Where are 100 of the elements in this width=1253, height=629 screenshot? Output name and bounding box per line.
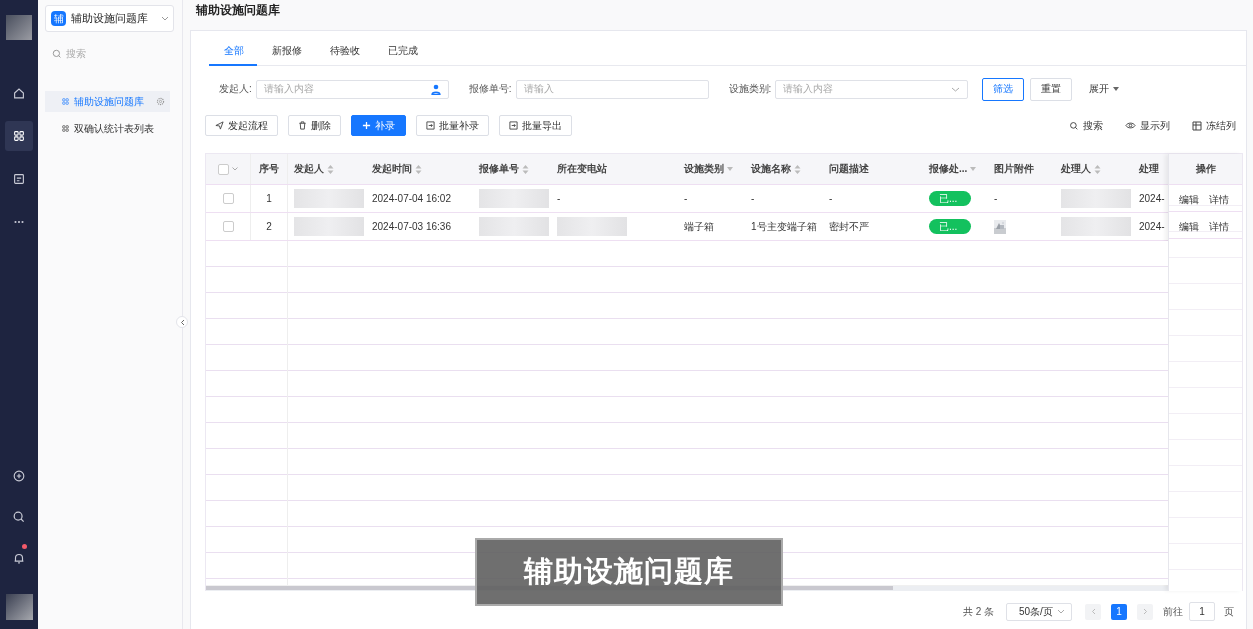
collapse-handle[interactable] <box>176 316 188 328</box>
sort-icon[interactable] <box>415 163 422 175</box>
filter-caret-icon[interactable] <box>727 167 733 171</box>
chevron-down-icon <box>1057 609 1065 614</box>
field-label: 报修单号: <box>468 82 512 96</box>
search-icon <box>1069 120 1079 131</box>
tab[interactable]: 全部 <box>209 44 257 66</box>
tab[interactable]: 新报修 <box>257 44 315 66</box>
sort-icon[interactable] <box>327 163 334 175</box>
column-header: 发起人 <box>294 162 324 176</box>
table-cell: 2024- <box>1139 221 1165 232</box>
goto-label: 前往 <box>1163 604 1183 619</box>
column-header: 处理人 <box>1061 162 1091 176</box>
action-button[interactable]: 补录 <box>351 115 406 136</box>
sidebar-item[interactable]: 辅助设施问题库 <box>45 91 170 112</box>
eye-icon <box>1125 121 1136 130</box>
column-header: 处理 <box>1139 162 1159 176</box>
import-icon <box>509 121 518 130</box>
row-action-link[interactable]: 详情 <box>1209 220 1229 234</box>
table-cell: 2 <box>266 221 272 232</box>
chevron-right-icon <box>1142 608 1148 615</box>
plus-icon <box>362 121 371 130</box>
column-header: 图片附件 <box>994 162 1034 176</box>
table-cell: 2024-07-03 16:36 <box>372 221 451 232</box>
person-icon <box>430 83 441 95</box>
avatar[interactable] <box>5 594 33 620</box>
avatar[interactable] <box>6 15 32 40</box>
table-cell: - <box>829 193 833 204</box>
toolbar-button[interactable]: 显示列 <box>1125 118 1170 133</box>
filter-caret-icon[interactable] <box>970 167 977 171</box>
table-cell: 端子箱 <box>684 219 714 234</box>
action-button[interactable]: 发起流程 <box>205 115 278 136</box>
table-icon <box>1192 120 1202 131</box>
row-action-link[interactable]: 详情 <box>1209 193 1229 207</box>
table-cell: - <box>557 193 561 204</box>
row-action-link[interactable]: 编辑 <box>1179 193 1199 207</box>
prev-page-button[interactable] <box>1085 603 1101 620</box>
import-icon <box>426 121 435 130</box>
page-button[interactable]: 1 <box>1111 603 1127 620</box>
column-header: 发起时间 <box>372 162 412 176</box>
next-page-button[interactable] <box>1137 603 1153 620</box>
column-header: 报修处... <box>929 162 968 176</box>
table-cell: 1号主变端子箱 <box>751 219 817 234</box>
grid-icon[interactable] <box>5 121 33 151</box>
tab[interactable]: 已完成 <box>373 44 431 66</box>
sort-icon[interactable] <box>794 163 801 175</box>
field-label: 发起人: <box>219 82 252 96</box>
page-suffix: 页 <box>1224 604 1234 619</box>
filter-button[interactable]: 重置 <box>1030 77 1073 101</box>
table-cell: 密封不严 <box>829 219 869 234</box>
checkbox[interactable] <box>222 193 234 204</box>
status-tag: 已... <box>929 219 972 234</box>
redacted-block <box>479 217 549 236</box>
checkbox[interactable] <box>218 163 229 175</box>
action-button[interactable]: 删除 <box>288 115 341 136</box>
tab[interactable]: 待验收 <box>315 44 373 66</box>
sidebar-item[interactable]: 双确认统计表列表 <box>45 118 170 139</box>
redacted-block <box>294 189 364 208</box>
caption-overlay: 辅助设施问题库 <box>475 538 783 606</box>
redacted-block <box>1061 189 1131 208</box>
checkbox[interactable] <box>222 221 234 232</box>
status-tag: 已... <box>929 191 972 206</box>
column-header: 所在变电站 <box>557 162 607 176</box>
send-icon <box>215 121 224 130</box>
chevron-left-icon <box>1090 608 1096 615</box>
page-title: 辅助设施问题库 <box>194 2 281 18</box>
column-header: 序号 <box>259 162 279 176</box>
toolbar-button[interactable]: 冻结列 <box>1192 118 1236 133</box>
chevron-down-icon <box>951 86 961 92</box>
column-header: 报修单号 <box>479 162 519 176</box>
redacted-block <box>1061 217 1131 236</box>
table-cell: 1 <box>266 193 272 204</box>
sort-icon[interactable] <box>522 163 529 175</box>
table-cell: - <box>751 193 755 204</box>
app-badge: 辅 <box>51 11 66 26</box>
filter-button[interactable]: 筛选 <box>982 77 1025 101</box>
column-header: 问题描述 <box>829 162 869 176</box>
chevron-down-icon <box>161 16 169 21</box>
table-cell: - <box>684 193 688 204</box>
column-header: 操作 <box>1195 162 1216 176</box>
row-action-link[interactable]: 编辑 <box>1179 220 1199 234</box>
field-label: 设施类别: <box>728 82 772 96</box>
action-button[interactable]: 批量导出 <box>499 115 572 136</box>
grid-icon <box>61 124 70 133</box>
chevron-left-icon <box>179 318 185 326</box>
app-switcher[interactable]: 辅 辅助设施问题库 <box>45 5 174 32</box>
sort-icon[interactable] <box>1094 163 1101 175</box>
redacted-block <box>557 217 627 236</box>
page-input[interactable]: 1 <box>1189 602 1215 621</box>
page-size-select[interactable]: 50条/页 <box>1006 602 1072 621</box>
caret-icon <box>1113 87 1120 91</box>
column-header: 设施名称 <box>751 162 791 176</box>
action-button[interactable]: 批量补录 <box>416 115 489 136</box>
total-count: 共 2 条 <box>962 604 994 619</box>
column-header: 设施类别 <box>684 162 724 176</box>
toolbar-button[interactable]: 搜索 <box>1069 118 1103 133</box>
settings-icon[interactable] <box>156 97 165 106</box>
table-cell: 2024-07-04 16:02 <box>372 193 451 204</box>
grid-icon <box>61 97 70 106</box>
chevron-down-icon[interactable] <box>232 167 238 171</box>
